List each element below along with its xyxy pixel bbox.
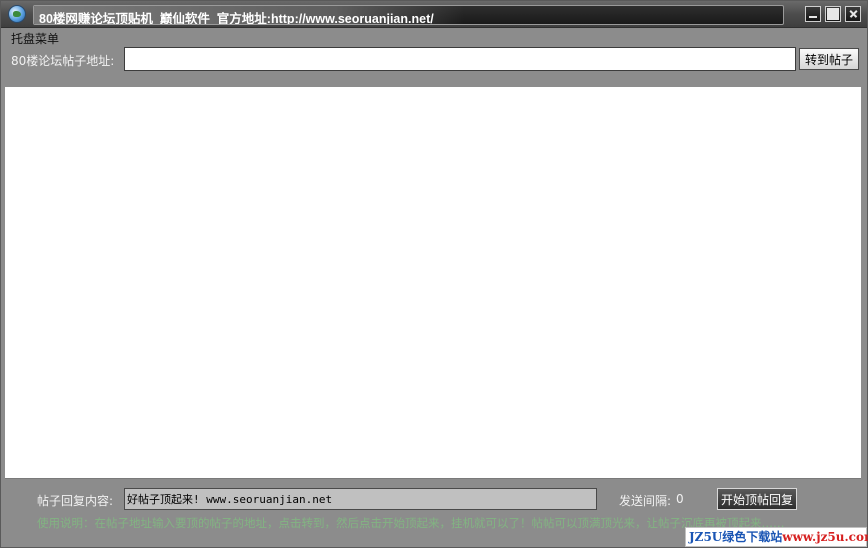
window-title: 80楼网赚论坛顶贴机_巅仙软件_官方地址:http://www.seoruanj… (39, 12, 434, 25)
interval-value[interactable]: 0 (676, 492, 684, 506)
title-field: 80楼网赚论坛顶贴机_巅仙软件_官方地址:http://www.seoruanj… (33, 5, 784, 25)
reply-content-label: 帖子回复内容: (37, 494, 114, 508)
post-url-input[interactable] (124, 47, 796, 71)
browser-view[interactable] (5, 87, 861, 479)
maximize-button[interactable] (825, 6, 841, 22)
interval-label: 发送间隔: (619, 494, 672, 508)
watermark-site: www.jz5u.com (782, 530, 868, 544)
reply-content-input[interactable] (124, 488, 597, 510)
usage-instructions: 使用说明：在帖子地址输入要顶的帖子的地址，点击转到，然后点击开始顶起来，挂机就可… (37, 516, 785, 530)
app-window: 80楼网赚论坛顶贴机_巅仙软件_官方地址:http://www.seoruanj… (0, 0, 868, 548)
close-button[interactable] (845, 6, 861, 22)
watermark: JZ5U绿色下载站www.jz5u.com (685, 527, 868, 547)
goto-post-button[interactable]: 转到帖子 (799, 48, 859, 70)
minimize-button[interactable] (805, 6, 821, 22)
globe-icon[interactable] (8, 5, 26, 23)
title-bar[interactable]: 80楼网赚论坛顶贴机_巅仙软件_官方地址:http://www.seoruanj… (1, 1, 867, 28)
start-reply-button[interactable]: 开始顶帖回复 (717, 488, 797, 510)
watermark-brand: JZ5U绿色下载站 (689, 530, 783, 544)
menu-tray[interactable]: 托盘菜单 (11, 30, 59, 47)
url-label: 80楼论坛帖子地址: (11, 54, 115, 68)
